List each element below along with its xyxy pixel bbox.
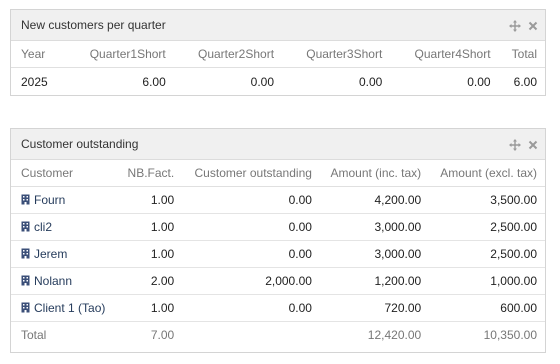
total-amount-inc-tax: 12,420.00: [317, 320, 428, 348]
cell-amount-excl-tax: 2,500.00: [427, 212, 545, 240]
col-q1: Quarter1Short: [63, 41, 172, 68]
cell-amount-inc-tax: 3,000.00: [317, 212, 428, 240]
customer-name: Fourn: [34, 192, 66, 207]
cell-nb-fact: 1.00: [117, 293, 181, 321]
cell-amount-excl-tax: 600.00: [427, 293, 545, 321]
customer-outstanding-box: Customer outstanding Customer NB.Fact. C…: [10, 128, 546, 353]
total-row: Total 7.00 12,420.00 10,350.00: [11, 320, 545, 348]
customer-link[interactable]: Nolann: [21, 274, 72, 288]
customer-link[interactable]: Client 1 (Tao): [21, 301, 105, 315]
building-icon: [21, 248, 30, 258]
col-amount-inc-tax: Amount (inc. tax): [317, 160, 428, 187]
table-row: Nolann 2.00 2,000.00 1,200.00 1,000.00: [11, 266, 545, 294]
total-outstanding: [180, 320, 318, 348]
col-total: Total: [496, 41, 545, 68]
cell-q2: 0.00: [250, 74, 275, 89]
box-header: New customers per quarter: [11, 10, 545, 41]
customer-link[interactable]: Fourn: [21, 193, 65, 207]
close-icon[interactable]: [527, 20, 539, 32]
total-nb-fact: 7.00: [117, 320, 181, 348]
cell-amount-excl-tax: 1,000.00: [427, 266, 545, 294]
building-icon: [21, 194, 30, 204]
customer-name: Client 1 (Tao): [34, 300, 106, 315]
building-icon: [21, 221, 30, 231]
new-customers-box: New customers per quarter Year Quarter1S…: [10, 9, 546, 96]
cell-customer: Client 1 (Tao): [11, 293, 118, 321]
col-year: Year: [11, 41, 64, 68]
new-customers-table: Year Quarter1Short Quarter2Short Quarter…: [11, 41, 545, 96]
cell-amount-excl-tax: 2,500.00: [427, 239, 545, 267]
total-label: Total: [11, 320, 118, 348]
cell-year: 2025: [21, 74, 48, 89]
cell-amount-excl-tax: 3,500.00: [427, 185, 545, 213]
cell-outstanding: 0.00: [180, 185, 318, 213]
cell-customer: cli2: [11, 212, 118, 240]
cell-nb-fact: 1.00: [117, 212, 181, 240]
move-icon[interactable]: [509, 138, 521, 151]
cell-q4: 0.00: [467, 74, 491, 89]
cell-customer: Nolann: [11, 266, 118, 294]
col-nb-fact: NB.Fact.: [117, 160, 181, 187]
col-amount-excl-tax: Amount (excl. tax): [427, 160, 545, 187]
table-row: Fourn 1.00 0.00 4,200.00 3,500.00: [11, 185, 545, 213]
box-header: Customer outstanding: [11, 129, 545, 160]
cell-customer: Fourn: [11, 185, 118, 213]
customer-name: Jerem: [34, 246, 68, 261]
customer-name: Nolann: [34, 273, 73, 288]
table-row: Client 1 (Tao) 1.00 0.00 720.00 600.00: [11, 293, 545, 321]
cell-amount-inc-tax: 4,200.00: [317, 185, 428, 213]
building-icon: [21, 302, 30, 312]
table-row: Jerem 1.00 0.00 3,000.00 2,500.00: [11, 239, 545, 267]
cell-amount-inc-tax: 1,200.00: [317, 266, 428, 294]
cell-total: 6.00: [513, 74, 537, 89]
customer-name: cli2: [34, 219, 53, 234]
cell-nb-fact: 1.00: [117, 185, 181, 213]
cell-nb-fact: 2.00: [117, 266, 181, 294]
customer-link[interactable]: Jerem: [21, 247, 67, 261]
col-q4: Quarter4Short: [388, 41, 497, 68]
move-icon[interactable]: [509, 19, 521, 32]
cell-outstanding: 0.00: [180, 293, 318, 321]
table-row: cli2 1.00 0.00 3,000.00 2,500.00: [11, 212, 545, 240]
customer-link[interactable]: cli2: [21, 220, 52, 234]
cell-amount-inc-tax: 720.00: [317, 293, 428, 321]
customer-outstanding-table: Customer NB.Fact. Customer outstanding A…: [11, 160, 545, 348]
cell-q3: 0.00: [358, 74, 383, 89]
box-title: Customer outstanding: [21, 137, 139, 151]
col-q2: Quarter2Short: [171, 41, 281, 68]
cell-outstanding: 2,000.00: [180, 266, 318, 294]
col-outstanding: Customer outstanding: [180, 160, 318, 187]
box-title: New customers per quarter: [21, 18, 166, 32]
cell-outstanding: 0.00: [180, 239, 318, 267]
total-amount-excl-tax: 10,350.00: [427, 320, 545, 348]
cell-q1: 6.00: [142, 74, 166, 89]
building-icon: [21, 275, 30, 285]
cell-amount-inc-tax: 3,000.00: [317, 239, 428, 267]
table-row: 2025 6.00 0.00 0.00 0.00 6.00: [11, 67, 545, 96]
col-q3: Quarter3Short: [280, 41, 389, 68]
cell-customer: Jerem: [11, 239, 118, 267]
col-customer: Customer: [11, 160, 118, 187]
cell-nb-fact: 1.00: [117, 239, 181, 267]
close-icon[interactable]: [527, 139, 539, 151]
cell-outstanding: 0.00: [180, 212, 318, 240]
